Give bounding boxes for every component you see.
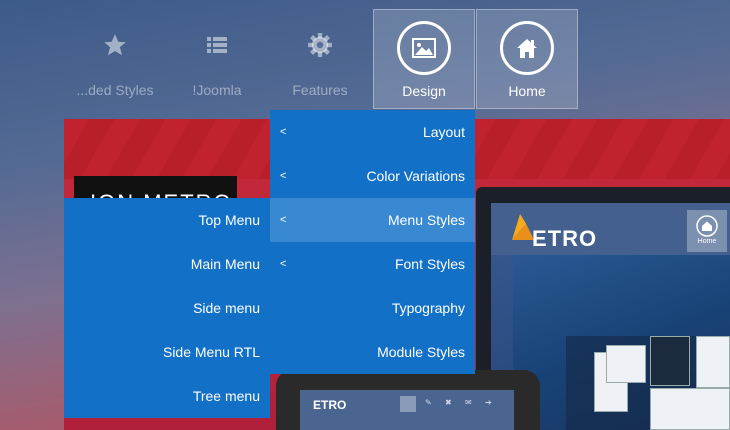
preview-thumb <box>696 336 730 388</box>
menu-styles-submenu: Top Menu Main Menu Side menu Side Menu R… <box>64 198 270 418</box>
submenu-item-main-menu[interactable]: Main Menu <box>64 242 270 286</box>
menu-item-layout[interactable]: < Layout <box>270 110 475 154</box>
tablet-logo-text: ETRO <box>313 398 347 412</box>
menu-item-label: Layout <box>422 124 465 140</box>
menu-item-typography[interactable]: Typography <box>270 286 475 330</box>
tablet-home-icon <box>400 396 416 412</box>
chevron-left-icon: < <box>280 170 287 182</box>
home-icon <box>696 215 718 237</box>
menu-item-menu-styles[interactable]: < Menu Styles <box>270 198 475 242</box>
menu-item-label: Typography <box>391 300 465 316</box>
metro-logo-icon <box>512 214 534 240</box>
submenu-item-label: Main Menu <box>190 256 260 272</box>
nav-item-home[interactable]: Home <box>476 9 578 109</box>
star-icon <box>104 34 126 56</box>
chevron-left-icon: < <box>280 126 287 138</box>
gear-icon <box>308 33 332 57</box>
tablet-nav-icon: ➔ <box>485 398 492 407</box>
tablet-nav-icon: ✎ <box>425 398 432 407</box>
preview-thumb <box>606 345 646 383</box>
submenu-item-side-menu-rtl[interactable]: Side Menu RTL <box>64 330 270 374</box>
submenu-item-label: Side menu <box>193 300 260 316</box>
design-dropdown: < Layout < Color Variations < Menu Style… <box>270 110 475 374</box>
image-icon <box>412 38 436 58</box>
chevron-left-icon: < <box>280 258 287 270</box>
nav-item-label: Design <box>402 83 446 99</box>
tablet-nav-icon: ✉ <box>465 398 472 407</box>
nav-item-design[interactable]: Design <box>373 9 475 109</box>
tablet-nav-icon: ✖ <box>445 398 452 407</box>
nav-item-label: Features <box>292 82 348 98</box>
submenu-item-top-menu[interactable]: Top Menu <box>64 198 270 242</box>
nav-item-label: !Joomla <box>192 82 242 98</box>
menu-item-font-styles[interactable]: < Font Styles <box>270 242 475 286</box>
nav-item-features[interactable]: Features <box>269 9 371 109</box>
preview-home-label: Home <box>697 238 717 245</box>
nav-item-joomla[interactable]: !Joomla <box>166 9 268 109</box>
menu-item-label: Menu Styles <box>387 212 465 228</box>
preview-thumb <box>650 336 690 386</box>
nav-item-label: ...ded Styles <box>76 82 154 98</box>
nav-item-extended-styles[interactable]: ...ded Styles <box>64 9 166 109</box>
menu-item-color-variations[interactable]: < Color Variations <box>270 154 475 198</box>
submenu-item-label: Side Menu RTL <box>162 344 260 360</box>
chevron-left-icon: < <box>280 214 287 226</box>
menu-item-label: Color Variations <box>366 168 465 184</box>
home-icon <box>517 39 537 58</box>
main-navigation: ...ded Styles !Joomla Features Design Ho… <box>0 0 730 110</box>
submenu-item-side-menu[interactable]: Side menu <box>64 286 270 330</box>
preview-home-button: Home <box>687 210 727 252</box>
preview-logo-text: ETRO <box>532 226 598 251</box>
nav-item-label: Home <box>508 83 546 99</box>
preview-thumb <box>650 388 730 430</box>
submenu-item-tree-menu[interactable]: Tree menu <box>64 374 270 418</box>
submenu-item-label: Top Menu <box>198 212 260 228</box>
submenu-item-label: Tree menu <box>192 388 260 404</box>
menu-item-label: Module Styles <box>377 344 465 360</box>
list-icon <box>207 37 227 53</box>
menu-item-module-styles[interactable]: Module Styles <box>270 330 475 374</box>
menu-item-label: Font Styles <box>394 256 465 272</box>
